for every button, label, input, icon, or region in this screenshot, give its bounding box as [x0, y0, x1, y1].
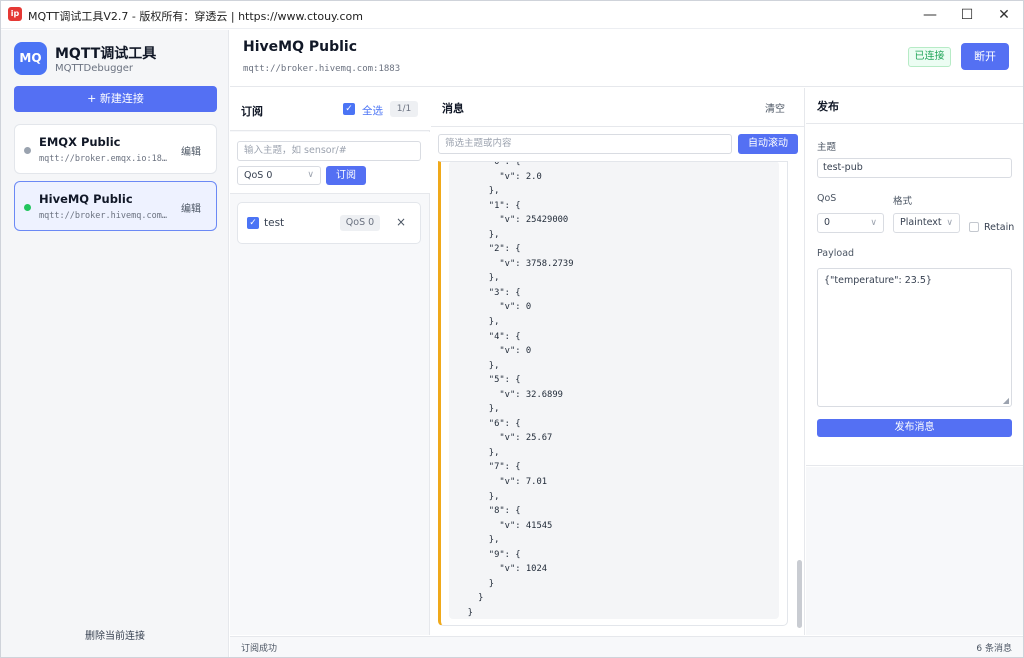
retain-label: Retain [984, 222, 1015, 233]
message-payload: "0": { "v": 2.0 }, "1": { "v": 25429000 … [449, 161, 779, 619]
connection-broker-url: mqtt://broker.hivemq.com:1883 [243, 64, 401, 74]
subscription-count: 1/1 [390, 101, 418, 117]
qos-select[interactable]: QoS 0 ∨ [237, 166, 321, 185]
subscription-item[interactable]: ✓ test QoS 0 × [237, 202, 421, 244]
select-all-checkbox[interactable]: ✓ [343, 103, 355, 115]
payload-value: {"temperature": 23.5} [824, 275, 932, 286]
subscription-qos-tag: QoS 0 [340, 215, 380, 231]
status-badge: 已连接 [908, 47, 951, 67]
subscribe-title: 订阅 [241, 105, 263, 118]
sidebar: MQ MQTT调试工具 MQTTDebugger + 新建连接 EMQX Pub… [1, 30, 229, 657]
publish-panel-footer [806, 467, 1023, 635]
disconnect-button[interactable]: 断开 [961, 43, 1009, 70]
topic-label: 主题 [817, 142, 837, 153]
retain-checkbox[interactable] [969, 222, 979, 232]
subscription-checkbox[interactable]: ✓ [247, 217, 259, 229]
connection-card-emqx[interactable]: EMQX Public mqtt://broker.emqx.io:1883 编… [14, 124, 217, 174]
window-title: MQTT调试工具V2.7 - 版权所有：穿透云 | https://www.ct… [28, 10, 363, 23]
message-card: "0": { "v": 2.0 }, "1": { "v": 25429000 … [438, 161, 788, 626]
app-window: ip MQTT调试工具V2.7 - 版权所有：穿透云 | https://www… [0, 0, 1024, 658]
minimize-icon[interactable]: — [913, 3, 947, 27]
connection-name: EMQX Public [39, 135, 121, 149]
publish-panel: 发布 主题 test-pub QoS 格式 0 ∨ Plaintext ∨ Re… [806, 88, 1023, 466]
close-icon[interactable]: ✕ [987, 3, 1021, 27]
resize-grip-icon[interactable]: ◢ [1003, 396, 1009, 405]
subscription-topic: test [264, 217, 285, 229]
connection-header: HiveMQ Public mqtt://broker.hivemq.com:1… [230, 30, 1023, 87]
subscribe-header: 订阅 ✓ 全选 1/1 [230, 88, 430, 131]
payload-textarea[interactable]: {"temperature": 23.5} ◢ [817, 268, 1012, 407]
payload-label: Payload [817, 248, 855, 259]
edit-connection-button[interactable]: 编辑 [181, 200, 201, 215]
filter-input[interactable]: 筛选主题或内容 [438, 134, 732, 154]
app-icon: ip [8, 7, 22, 21]
subscribe-panel: 订阅 ✓ 全选 1/1 输入主题，如 sensor/# QoS 0 ∨ 订阅 ✓… [230, 88, 430, 635]
message-count: 6 条消息 [976, 644, 1012, 654]
new-connection-button[interactable]: + 新建连接 [14, 86, 217, 112]
publish-qos-value: 0 [824, 217, 831, 228]
clear-messages-button[interactable]: 清空 [765, 100, 785, 115]
maximize-icon[interactable]: ☐ [950, 3, 984, 27]
edit-connection-button[interactable]: 编辑 [181, 143, 201, 158]
format-select[interactable]: Plaintext ∨ [893, 213, 960, 233]
connection-title: HiveMQ Public [243, 39, 357, 55]
connection-url: mqtt://broker.emqx.io:1883 [39, 154, 167, 164]
connection-status-dot [24, 204, 31, 211]
autoscroll-button[interactable]: 自动滚动 [738, 134, 798, 154]
publish-topic-input[interactable]: test-pub [817, 158, 1012, 178]
publish-button[interactable]: 发布消息 [817, 419, 1012, 437]
qos-label: QoS [817, 193, 837, 204]
messages-scrollbar[interactable] [797, 560, 802, 628]
connection-url: mqtt://broker.hivemq.com:1883 [39, 211, 167, 221]
status-bar: 订阅成功 6 条消息 [230, 636, 1023, 657]
select-all-label[interactable]: 全选 [362, 103, 383, 118]
connection-card-hivemq[interactable]: HiveMQ Public mqtt://broker.hivemq.com:1… [14, 181, 217, 231]
subscribe-button[interactable]: 订阅 [326, 166, 366, 185]
chevron-down-icon: ∨ [307, 170, 314, 180]
app-name: MQTT调试工具 [55, 46, 157, 62]
topic-input[interactable]: 输入主题，如 sensor/# [237, 141, 421, 161]
messages-panel: 消息 清空 筛选主题或内容 自动滚动 "0": { "v": 2.0 }, "1… [431, 88, 805, 635]
delete-connection-button[interactable]: 删除当前连接 [1, 627, 229, 642]
format-label: 格式 [893, 196, 913, 207]
chevron-down-icon: ∨ [946, 218, 953, 228]
publish-header: 发布 [806, 88, 1023, 124]
publish-title: 发布 [817, 100, 839, 113]
app-subtitle: MQTTDebugger [55, 63, 134, 74]
message-payload-text: "0": { "v": 2.0 }, "1": { "v": 25429000 … [467, 161, 574, 618]
chevron-down-icon: ∨ [870, 218, 877, 228]
format-value: Plaintext [900, 217, 942, 228]
publish-qos-select[interactable]: 0 ∨ [817, 213, 884, 233]
connection-status-dot [24, 147, 31, 154]
qos-select-value: QoS 0 [244, 170, 273, 181]
app-logo: MQ [14, 42, 47, 75]
messages-title: 消息 [442, 102, 464, 115]
subscribe-form: 输入主题，如 sensor/# QoS 0 ∨ 订阅 [230, 132, 430, 194]
title-bar: ip MQTT调试工具V2.7 - 版权所有：穿透云 | https://www… [1, 1, 1023, 29]
messages-header: 消息 清空 [431, 88, 805, 127]
status-message: 订阅成功 [241, 644, 278, 654]
remove-subscription-icon[interactable]: × [396, 215, 406, 229]
connection-name: HiveMQ Public [39, 192, 133, 206]
